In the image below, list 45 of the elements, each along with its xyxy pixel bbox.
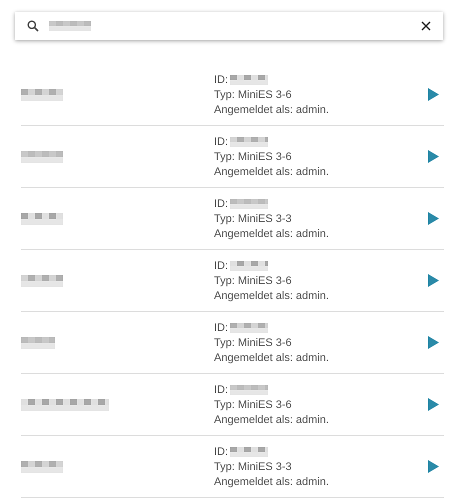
id-label: ID: (214, 384, 228, 396)
id-label: ID: (214, 322, 228, 334)
device-type: Typ: MiniES 3-3 (214, 460, 293, 472)
redacted-block (230, 74, 268, 84)
redacted-block (230, 198, 268, 208)
search-icon (27, 20, 39, 32)
redacted-block (230, 260, 268, 270)
id-label: ID: (214, 198, 228, 210)
play-icon[interactable] (428, 150, 439, 163)
redacted-block (230, 446, 268, 456)
device-type: Typ: MiniES 3-6 (214, 88, 293, 100)
login-status: Angemeldet als: admin. (214, 290, 330, 302)
id-label: ID: (214, 260, 228, 272)
device-type: Typ: MiniES 3-6 (214, 336, 293, 348)
id-label: ID: (214, 446, 228, 458)
device-type: Typ: MiniES 3-6 (214, 398, 293, 410)
play-icon[interactable] (428, 398, 439, 411)
device-type: Typ: MiniES 3-6 (214, 274, 293, 286)
redacted-block (21, 460, 63, 472)
id-label: ID: (214, 136, 228, 148)
redacted-block (21, 274, 63, 286)
redacted-block (21, 88, 63, 100)
login-status: Angemeldet als: admin. (214, 414, 330, 426)
redacted-block (230, 322, 268, 332)
redacted-block (230, 136, 268, 146)
redacted-block (49, 21, 91, 31)
redacted-block (21, 336, 55, 348)
login-status: Angemeldet als: admin. (214, 166, 330, 178)
login-status: Angemeldet als: admin. (214, 352, 330, 364)
redacted-block (230, 384, 268, 394)
play-icon[interactable] (428, 460, 439, 473)
play-icon[interactable] (428, 212, 439, 225)
play-icon[interactable] (428, 336, 439, 349)
login-status: Angemeldet als: admin. (214, 104, 330, 116)
id-label: ID: (214, 74, 228, 86)
search-field[interactable] (15, 12, 443, 40)
login-status: Angemeldet als: admin. (214, 476, 330, 488)
device-type: Typ: MiniES 3-3 (214, 212, 293, 224)
play-icon[interactable] (428, 274, 439, 287)
device-type: Typ: MiniES 3-6 (214, 150, 293, 162)
play-icon[interactable] (428, 88, 439, 101)
close-icon[interactable] (421, 21, 431, 31)
login-status: Angemeldet als: admin. (214, 228, 330, 240)
redacted-block (21, 150, 63, 162)
redacted-block (21, 212, 63, 224)
